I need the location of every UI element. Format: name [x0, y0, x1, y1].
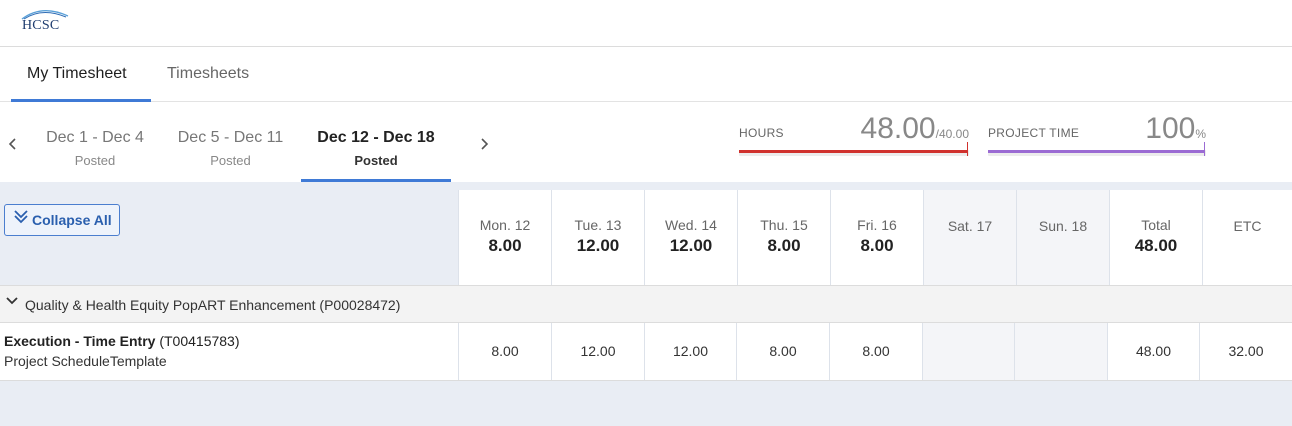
week-item-dec12-dec18[interactable]: Dec 12 - Dec 18 Posted	[301, 102, 451, 182]
day-hours: 12.00	[576, 236, 620, 255]
project-time-unit: %	[1195, 127, 1206, 141]
week-item-dec1-dec4[interactable]: Dec 1 - Dec 4 Posted	[34, 102, 156, 182]
day-name: Thu. 15	[760, 217, 808, 233]
day-hours: 12.00	[669, 236, 713, 255]
etc-label: ETC	[1233, 218, 1262, 234]
day-hours: 8.00	[767, 236, 801, 255]
week-range: Dec 1 - Dec 4	[46, 129, 144, 146]
project-title: Quality & Health Equity PopART Enhanceme…	[25, 297, 401, 313]
tab-timesheets[interactable]: Timesheets	[167, 47, 267, 102]
project-time-progress-fill	[988, 150, 1205, 153]
app-header: HCSC	[0, 0, 1292, 47]
hours-cell-sun[interactable]	[1014, 323, 1107, 380]
double-chevron-down-icon	[13, 205, 29, 235]
project-group-row[interactable]: Quality & Health Equity PopART Enhanceme…	[0, 285, 1292, 323]
day-name: Sat. 17	[947, 218, 993, 234]
hours-meter: HOURS 48.00/40.00	[739, 112, 969, 164]
day-name: Fri. 16	[857, 217, 897, 233]
task-row: Execution - Time Entry (T00415783) Proje…	[0, 323, 1292, 381]
day-hours: 8.00	[860, 236, 894, 255]
collapse-all-button[interactable]: Collapse All	[4, 204, 120, 236]
hours-meter-label: HOURS	[739, 126, 784, 140]
hours-cell-sat[interactable]	[922, 323, 1014, 380]
week-range: Dec 5 - Dec 11	[177, 129, 284, 146]
collapse-all-label: Collapse All	[32, 212, 112, 228]
prev-week-chevron-left-icon[interactable]	[5, 134, 21, 157]
chevron-down-icon[interactable]	[6, 294, 18, 312]
hours-cell-tue[interactable]: 12.00	[551, 323, 644, 380]
hours-cell-fri[interactable]: 8.00	[829, 323, 922, 380]
day-header-sat: Sat. 17	[923, 190, 1016, 285]
main-tabs: My Timesheet Timesheets	[0, 47, 1292, 102]
day-header-sun: Sun. 18	[1016, 190, 1109, 285]
tab-my-timesheet[interactable]: My Timesheet	[11, 47, 151, 102]
hours-cell-thu[interactable]: 8.00	[736, 323, 829, 380]
task-subtitle: Project ScheduleTemplate	[4, 353, 167, 369]
day-name: Wed. 14	[665, 217, 717, 233]
project-time-progress-marker	[1204, 142, 1205, 156]
task-name: Execution - Time Entry	[4, 333, 156, 349]
day-header-wed: Wed. 14 12.00	[644, 190, 737, 285]
project-time-value: 100	[1145, 112, 1196, 145]
day-header-mon: Mon. 12 8.00	[458, 190, 551, 285]
day-header-tue: Tue. 13 12.00	[551, 190, 644, 285]
task-etc-cell[interactable]: 32.00	[1199, 323, 1292, 380]
day-name: Mon. 12	[479, 217, 531, 233]
total-hours: 48.00	[1134, 236, 1178, 255]
timesheet-grid: Collapse All Mon. 12 8.00 Tue. 13 12.00 …	[0, 190, 1292, 426]
hcsc-logo[interactable]: HCSC	[18, 6, 70, 36]
etc-header: ETC	[1202, 190, 1292, 285]
section-gap	[0, 182, 1292, 190]
total-label: Total	[1141, 217, 1171, 233]
week-range: Dec 12 - Dec 18	[317, 129, 435, 146]
project-time-progress-bar	[988, 142, 1206, 156]
grid-header-left: Collapse All	[0, 190, 458, 285]
project-time-meter: PROJECT TIME 100%	[988, 112, 1206, 164]
logo-text: HCSC	[22, 18, 60, 33]
day-name: Sun. 18	[1038, 218, 1088, 234]
day-header-thu: Thu. 15 8.00	[737, 190, 830, 285]
task-total-cell: 48.00	[1107, 323, 1199, 380]
hours-meter-value: 48.00	[860, 112, 936, 145]
task-name-line: Execution - Time Entry (T00415783)	[4, 333, 240, 349]
day-hours: 8.00	[488, 236, 522, 255]
next-week-chevron-right-icon[interactable]	[476, 134, 492, 157]
hours-cell-wed[interactable]: 12.00	[644, 323, 736, 380]
day-name: Tue. 13	[574, 217, 622, 233]
week-item-dec5-dec11[interactable]: Dec 5 - Dec 11 Posted	[168, 102, 293, 182]
hours-cell-mon[interactable]: 8.00	[458, 323, 551, 380]
hours-meter-target: /40.00	[935, 127, 969, 141]
week-status: Posted	[354, 153, 398, 168]
total-header: Total 48.00	[1109, 190, 1202, 285]
hours-progress-fill	[739, 150, 968, 153]
project-time-label: PROJECT TIME	[988, 126, 1080, 140]
task-code: (T00415783)	[159, 333, 240, 349]
week-status: Posted	[210, 153, 251, 168]
hours-progress-bar	[739, 142, 969, 156]
day-header-fri: Fri. 16 8.00	[830, 190, 923, 285]
hours-progress-marker	[967, 142, 968, 156]
week-status: Posted	[74, 153, 116, 168]
